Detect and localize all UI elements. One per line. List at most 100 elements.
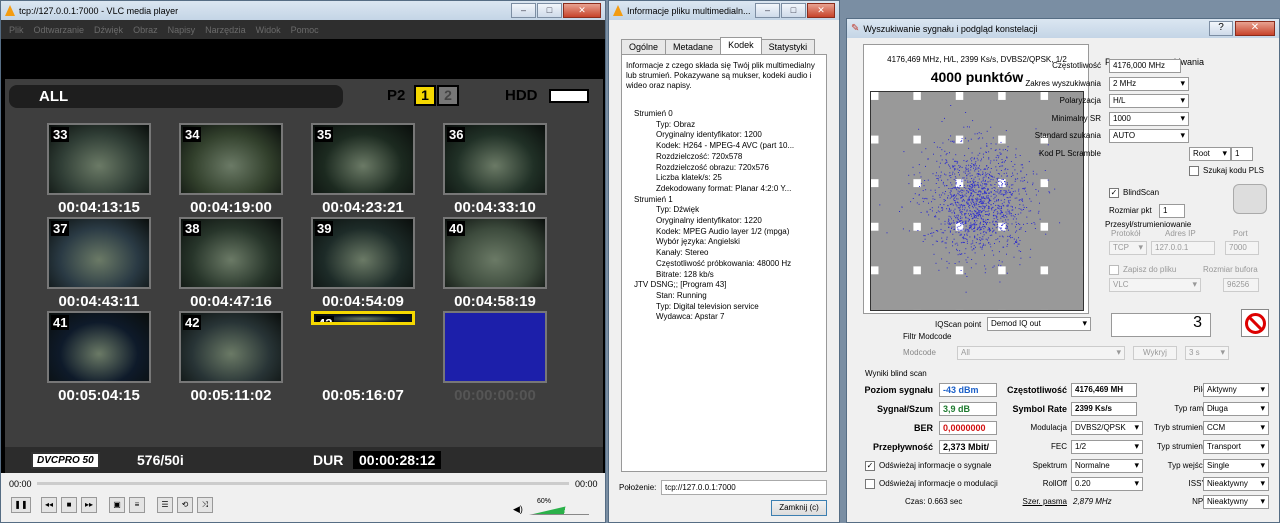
minimize-button[interactable]: – bbox=[511, 3, 536, 18]
pilot-select[interactable]: Aktywny bbox=[1203, 383, 1269, 397]
issyi-select[interactable]: Nieaktywny bbox=[1203, 477, 1269, 491]
menu-widok[interactable]: Widok bbox=[256, 25, 281, 35]
mod-select[interactable]: DVBS2/QPSK bbox=[1071, 421, 1143, 435]
vlc-menubar: Plik Odtwarzanie Dźwięk Obraz Napisy Nar… bbox=[1, 20, 605, 39]
tree-leaf: Rozdzielczość: 720x578 bbox=[656, 151, 743, 161]
menu-narzedzia[interactable]: Narzędzia bbox=[205, 25, 246, 35]
save-checkbox[interactable] bbox=[1109, 265, 1119, 275]
playlist-icon[interactable]: ☰ bbox=[157, 497, 173, 513]
menu-napisy[interactable]: Napisy bbox=[168, 25, 196, 35]
maximize-button[interactable]: □ bbox=[537, 3, 562, 18]
tree-node[interactable]: Strumień 0 bbox=[628, 109, 824, 120]
minsr-select[interactable]: 1000 bbox=[1109, 112, 1189, 126]
clip-number: 37 bbox=[51, 221, 70, 236]
speaker-icon[interactable]: ◀) bbox=[513, 504, 523, 515]
pls-select[interactable]: Root bbox=[1189, 147, 1231, 161]
clip-thumbnail[interactable]: 33 bbox=[47, 123, 151, 195]
menu-plik[interactable]: Plik bbox=[9, 25, 24, 35]
menu-odtwarzanie[interactable]: Odtwarzanie bbox=[34, 25, 85, 35]
clip-thumbnail[interactable]: 34 bbox=[179, 123, 283, 195]
slot-2: 2 bbox=[437, 85, 459, 106]
pls-number[interactable]: 1 bbox=[1231, 147, 1253, 161]
stop-icon[interactable]: ■ bbox=[61, 497, 77, 513]
codec-tree[interactable]: Strumień 0 Typ: Obraz Oryginalny identyfik… bbox=[628, 109, 824, 323]
next-icon[interactable]: ▸▸ bbox=[81, 497, 97, 513]
location-field[interactable]: tcp://127.0.0.1:7000 bbox=[661, 480, 827, 495]
menu-dzwiek[interactable]: Dźwięk bbox=[94, 25, 123, 35]
proto-select[interactable]: TCP bbox=[1109, 241, 1147, 255]
shuffle-icon[interactable]: ⤨ bbox=[197, 497, 213, 513]
npd-select[interactable]: Nieaktywny bbox=[1203, 495, 1269, 509]
menu-obraz[interactable]: Obraz bbox=[133, 25, 158, 35]
clip-thumbnail[interactable]: 40 bbox=[443, 217, 547, 289]
step-input[interactable]: 1 bbox=[1159, 204, 1185, 218]
blindscan-checkbox[interactable] bbox=[1109, 188, 1119, 198]
frame-select[interactable]: Długa bbox=[1203, 402, 1269, 416]
itype-select[interactable]: Single bbox=[1203, 459, 1269, 473]
modcode-select[interactable]: All bbox=[957, 346, 1125, 360]
tree-node[interactable]: Strumień 1 bbox=[628, 195, 824, 206]
close-button[interactable]: ✕ bbox=[807, 3, 835, 18]
spec-select[interactable]: Normalne bbox=[1071, 459, 1143, 473]
pol-select[interactable]: H/L bbox=[1109, 94, 1189, 108]
smode-select[interactable]: CCM bbox=[1203, 421, 1269, 435]
rolloff-select[interactable]: 0.20 bbox=[1071, 477, 1143, 491]
close-button[interactable]: ✕ bbox=[1235, 21, 1275, 36]
pls-search-checkbox[interactable] bbox=[1189, 166, 1199, 176]
tab-kodek[interactable]: Kodek bbox=[720, 37, 762, 54]
video-area[interactable]: ALL P2 1 2 HDD 33 00:04:13:15 34 00:04:19:0… bbox=[1, 39, 605, 479]
iq-label: IQScan point bbox=[935, 320, 982, 329]
ip-input[interactable]: 127.0.0.1 bbox=[1151, 241, 1215, 255]
clip-number: 39 bbox=[315, 221, 334, 236]
tree-node[interactable]: JTV DSNG;; [Program 43] bbox=[628, 280, 824, 291]
help-button[interactable]: ? bbox=[1209, 21, 1233, 36]
std-select[interactable]: AUTO bbox=[1109, 129, 1189, 143]
clip-thumbnail[interactable] bbox=[443, 311, 547, 383]
save-select[interactable]: VLC bbox=[1109, 278, 1201, 292]
minimize-button[interactable]: – bbox=[755, 3, 780, 18]
pause-button[interactable]: ❚❚ bbox=[11, 497, 31, 513]
iq-select[interactable]: Demod IQ out bbox=[987, 317, 1091, 331]
clip-number: 34 bbox=[183, 127, 202, 142]
clip-thumbnail[interactable]: 42 bbox=[179, 311, 283, 383]
clip-thumbnail[interactable]: 41 bbox=[47, 311, 151, 383]
range-select[interactable]: 2 MHz bbox=[1109, 77, 1189, 91]
clip-thumbnail[interactable]: 39 bbox=[311, 217, 415, 289]
prev-icon[interactable]: ◂◂ bbox=[41, 497, 57, 513]
constellation-plot bbox=[870, 87, 1084, 311]
menu-pomoc[interactable]: Pomoc bbox=[291, 25, 319, 35]
freq-input[interactable]: 4176,000 MHz bbox=[1109, 59, 1181, 73]
buf-input[interactable]: 96256 bbox=[1223, 278, 1259, 292]
close-button[interactable]: ✕ bbox=[563, 3, 601, 18]
fec-select[interactable]: 1/2 bbox=[1071, 440, 1143, 454]
maximize-button[interactable]: □ bbox=[781, 3, 806, 18]
pol-label: Polaryzacja bbox=[1059, 96, 1101, 105]
refresh-mod-checkbox[interactable] bbox=[865, 479, 875, 489]
sec-select[interactable]: 3 s bbox=[1185, 346, 1229, 360]
stype-select[interactable]: Transport bbox=[1203, 440, 1269, 454]
clip-thumbnail[interactable]: 35 bbox=[311, 123, 415, 195]
equalizer-icon[interactable]: ≡ bbox=[129, 497, 145, 513]
pls-label: Kod PL Scramble bbox=[1039, 149, 1101, 158]
port-input[interactable]: 7000 bbox=[1225, 241, 1259, 255]
clip-thumbnail[interactable]: 43 bbox=[311, 311, 415, 325]
loop-icon[interactable]: ⟲ bbox=[177, 497, 193, 513]
stop-button[interactable] bbox=[1241, 309, 1269, 337]
clip-thumbnail[interactable]: 37 bbox=[47, 217, 151, 289]
constellation-scatter bbox=[879, 87, 1061, 293]
level-label: Poziom sygnału bbox=[864, 385, 933, 395]
refresh-signal-label: Odświeżaj informacje o sygnale bbox=[879, 461, 992, 470]
exclude-button[interactable]: Wykryj bbox=[1133, 346, 1177, 360]
save-label: Zapisz do pliku bbox=[1123, 265, 1177, 274]
thr-value: 2,373 Mbit/ bbox=[939, 440, 997, 454]
clip-thumbnail[interactable]: 38 bbox=[179, 217, 283, 289]
refresh-signal-checkbox[interactable] bbox=[865, 461, 875, 471]
tree-leaf: Kodek: H264 - MPEG-4 AVC (part 10... bbox=[656, 141, 795, 151]
clip-number: 40 bbox=[447, 221, 466, 236]
fullscreen-icon[interactable]: ▣ bbox=[109, 497, 125, 513]
clip-thumbnail[interactable]: 36 bbox=[443, 123, 547, 195]
ber-label: BER bbox=[913, 423, 933, 433]
seek-slider[interactable] bbox=[37, 482, 569, 485]
scan-dish-icon[interactable] bbox=[1233, 184, 1267, 214]
close-dialog-button[interactable]: Zamknij (c) bbox=[771, 500, 827, 516]
